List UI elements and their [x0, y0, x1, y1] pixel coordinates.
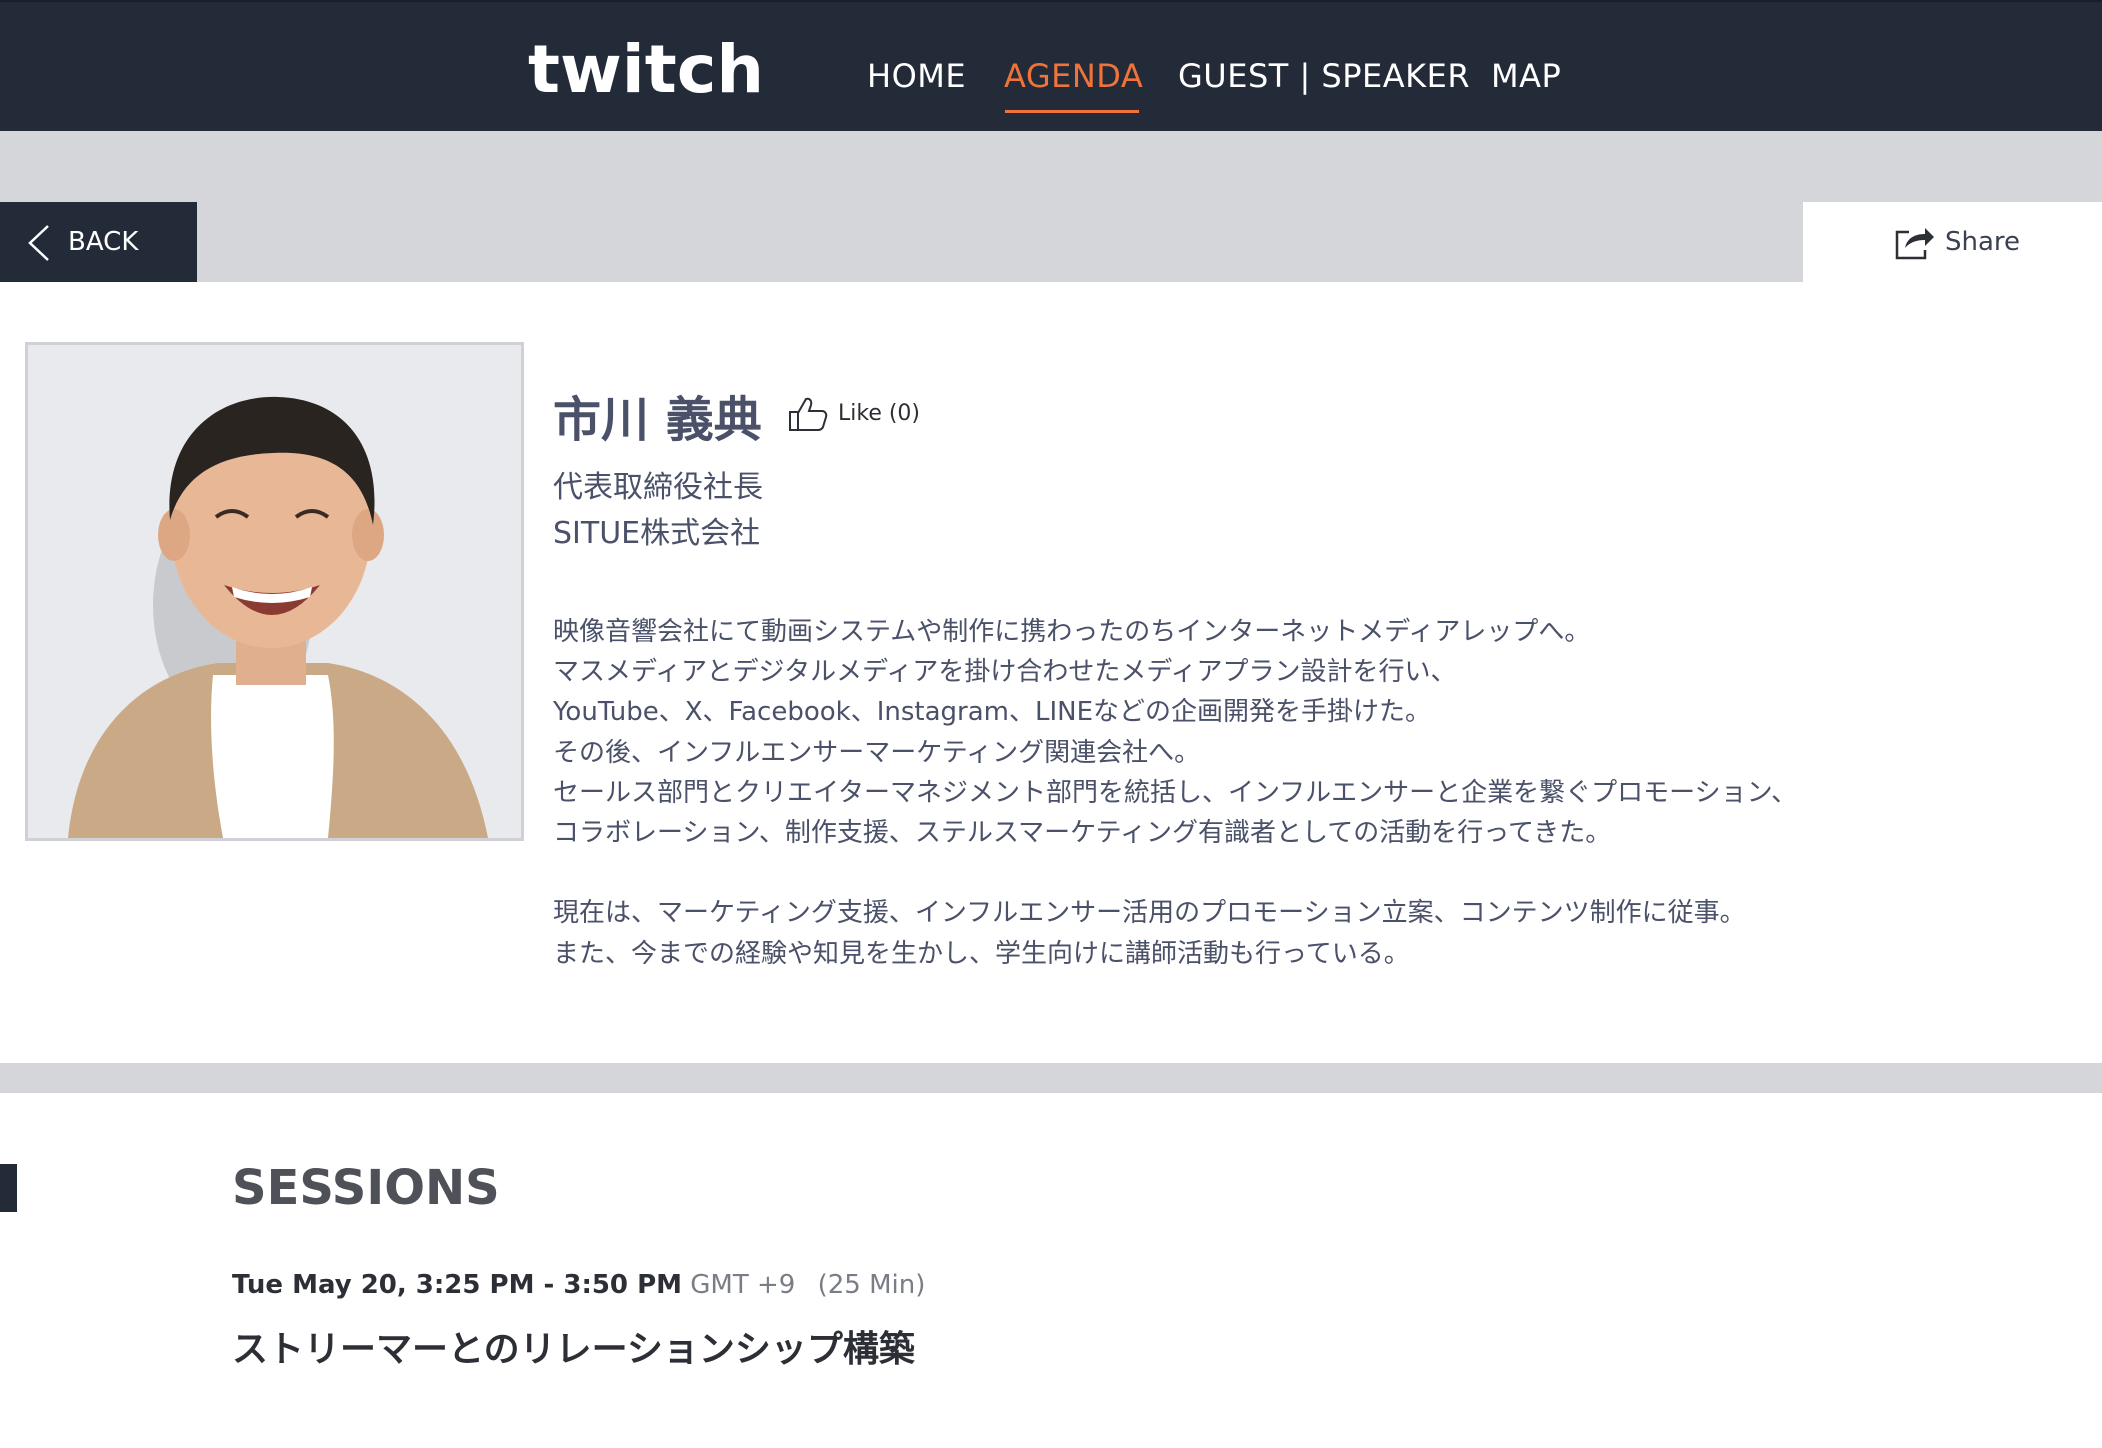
- back-button[interactable]: BACK: [0, 202, 197, 282]
- speaker-name: 市川 義典: [553, 392, 762, 448]
- bio-line: マスメディアとデジタルメディアを掛け合わせたメディアプラン設計を行い、: [553, 657, 1457, 688]
- nav-map[interactable]: MAP: [1491, 54, 1561, 98]
- share-button-label: Share: [1945, 227, 2021, 257]
- toolbar-band: [0, 131, 2102, 282]
- back-button-label: BACK: [68, 227, 139, 257]
- bio-line: コラボレーション、制作支援、ステルスマーケティング有識者としての活動を行ってきた…: [553, 817, 1612, 848]
- thumbs-up-icon: [789, 397, 828, 431]
- sessions-heading: SESSIONS: [232, 1160, 500, 1216]
- bio-line: その後、インフルエンサーマーケティング関連会社へ。: [553, 737, 1201, 768]
- nav-guest-speaker[interactable]: GUEST | SPEAKER: [1178, 54, 1470, 98]
- bio-line: [553, 853, 2053, 893]
- speaker-photo: [25, 342, 524, 841]
- bio-line: 現在は、マーケティング支援、インフルエンサー活用のプロモーション立案、コンテンツ…: [553, 898, 1746, 929]
- section-divider: [0, 1063, 2102, 1093]
- nav-home[interactable]: HOME: [867, 54, 966, 98]
- like-label: Like (0): [838, 401, 921, 426]
- session-title-link[interactable]: ストリーマーとのリレーションシップ構築: [232, 1320, 915, 1372]
- share-icon: [1895, 228, 1934, 260]
- bio-line: 映像音響会社にて動画システムや制作に携わったのちインターネットメディアレップへ。: [553, 617, 1591, 647]
- session-time: Tue May 20, 3:25 PM - 3:50 PM GMT +9 (25…: [232, 1270, 925, 1300]
- nav-agenda[interactable]: AGENDA: [1004, 54, 1143, 98]
- session-time-range: Tue May 20, 3:25 PM - 3:50 PM: [232, 1270, 682, 1300]
- chevron-left-icon: [28, 225, 49, 261]
- nav-active-underline: [1005, 110, 1139, 113]
- like-button[interactable]: Like (0): [788, 394, 920, 434]
- session-timezone: GMT +9: [690, 1270, 796, 1300]
- speaker-company: SITUE株式会社: [553, 516, 761, 551]
- share-button[interactable]: Share: [1803, 202, 2102, 282]
- sessions-marker: [0, 1164, 17, 1212]
- bio-line: セールス部門とクリエイターマネジメント部門を統括し、インフルエンサーと企業を繋ぐ…: [553, 777, 1798, 808]
- session-duration: (25 Min): [817, 1270, 926, 1300]
- speaker-role: 代表取締役社長: [553, 470, 763, 505]
- speaker-bio: 映像音響会社にて動画システムや制作に携わったのちインターネットメディアレップへ。…: [553, 612, 2053, 974]
- twitch-logo[interactable]: twitch: [528, 38, 768, 100]
- svg-text:twitch: twitch: [528, 38, 764, 100]
- bio-line: また、今までの経験や知見を生かし、学生向けに講師活動も行っている。: [553, 938, 1410, 969]
- top-navigation-bar: twitch HOME AGENDA GUEST | SPEAKER MAP: [0, 0, 2102, 131]
- bio-line: YouTube、X、Facebook、Instagram、LINEなどの企画開発…: [553, 697, 1432, 728]
